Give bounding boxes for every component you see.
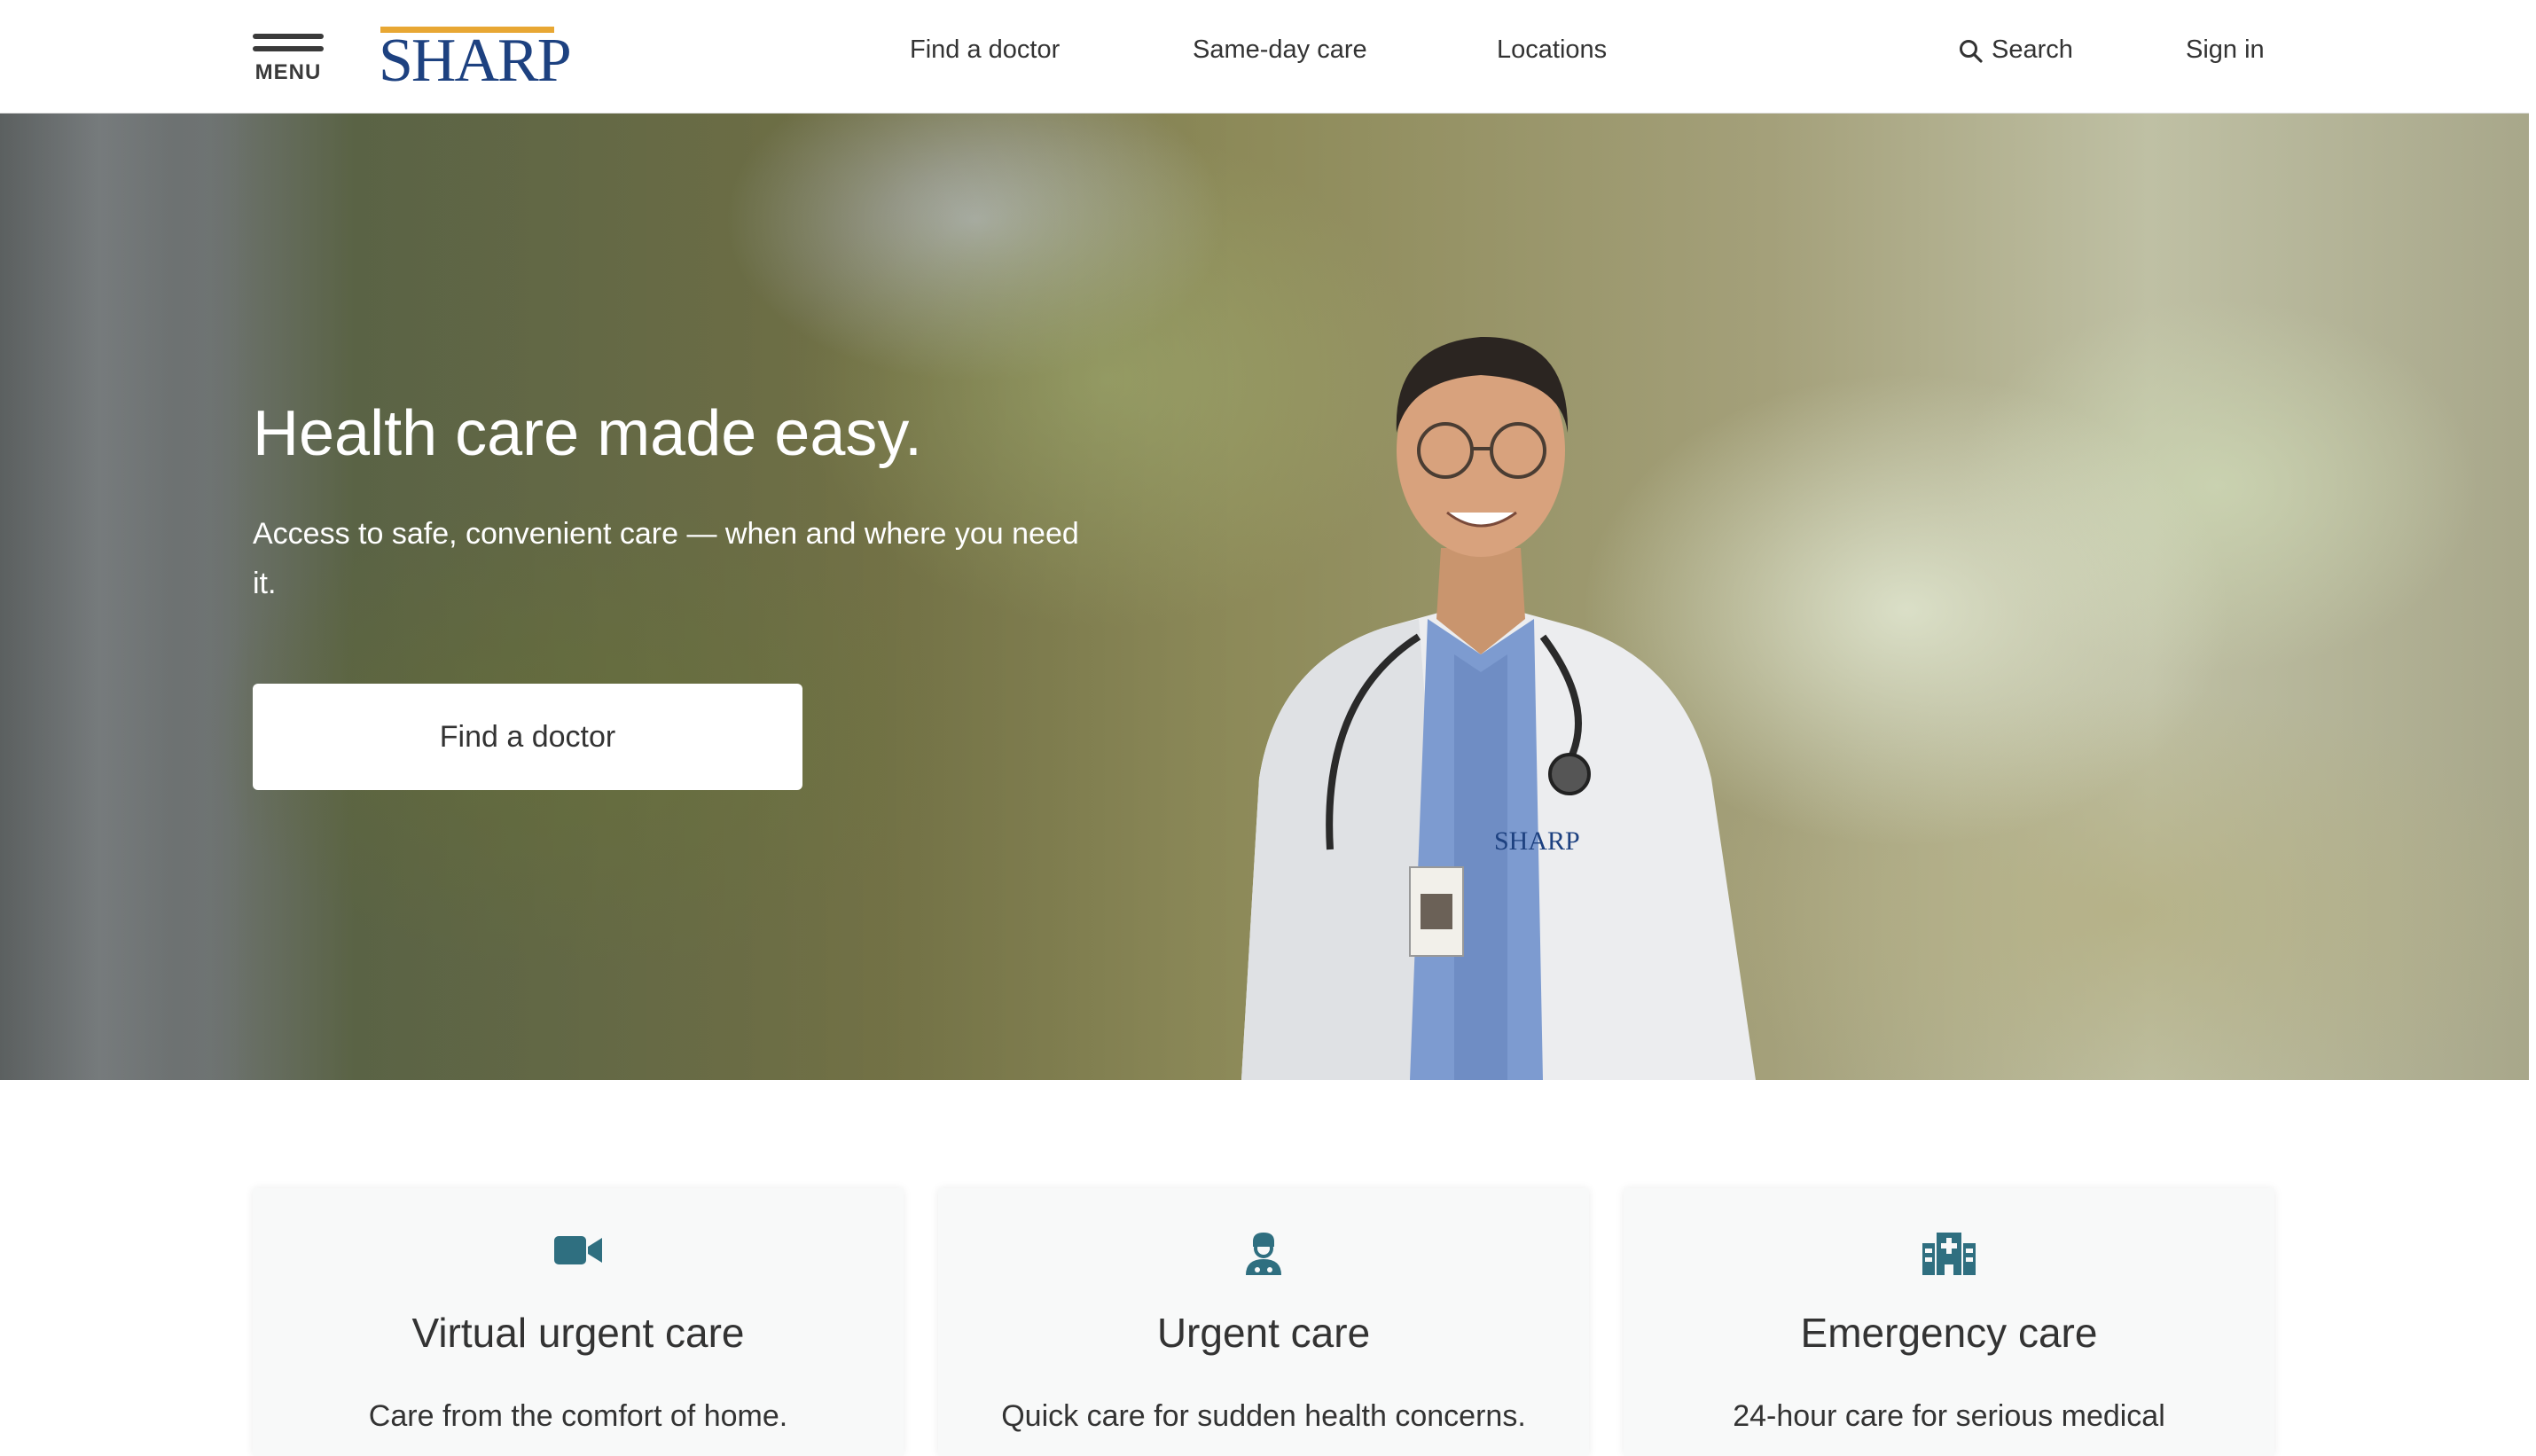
hero-banner: SHARP Health care made easy. Access to s… [0,114,2529,1080]
search-icon [1960,39,1983,63]
card-urgent-care[interactable]: Urgent care Quick care for sudden health… [938,1188,1589,1456]
card-virtual-urgent-care[interactable]: Virtual urgent care Care from the comfor… [253,1188,904,1456]
card-description: 24-hour care for serious medical [1733,1399,2165,1433]
card-title: Urgent care [1156,1310,1371,1356]
hero-subtitle: Access to safe, convenient care — when a… [253,517,1079,600]
sign-in-link[interactable]: Sign in [2186,35,2265,65]
video-camera-icon [554,1236,602,1264]
search-label: Search [1992,35,2073,64]
card-title: Virtual urgent care [411,1310,745,1356]
site-header: MENU SHARP Find a doctor Same-day care L… [0,0,2529,114]
doctor-photo: SHARP [1241,336,1756,1080]
find-a-doctor-button[interactable]: Find a doctor [253,684,802,790]
hamburger-bar [253,46,324,51]
card-description: Quick care for sudden health concerns. [1001,1399,1526,1433]
nav-same-day-care[interactable]: Same-day care [1193,35,1367,65]
card-icon-wrap [1624,1231,2274,1280]
coat-logo: SHARP [1494,826,1580,856]
hero-title: Health care made easy. [253,398,923,469]
search-button[interactable]: Search [1958,35,2073,65]
card-description: Care from the comfort of home. [368,1399,788,1433]
card-icon-wrap [938,1231,1589,1280]
card-title: Emergency care [1800,1310,2098,1356]
hospital-icon [1922,1233,1976,1275]
menu-label: MENU [254,60,322,84]
doctor-icon [1246,1233,1281,1275]
nav-find-a-doctor[interactable]: Find a doctor [910,35,1060,65]
hamburger-icon [253,34,324,39]
card-emergency-care[interactable]: Emergency care 24-hour care for serious … [1624,1188,2274,1456]
menu-button[interactable]: MENU [253,34,324,84]
logo-wordmark: SHARP [379,27,572,95]
sharp-logo[interactable]: SHARP [379,27,572,92]
card-icon-wrap [253,1231,904,1280]
nav-locations[interactable]: Locations [1497,35,1607,65]
